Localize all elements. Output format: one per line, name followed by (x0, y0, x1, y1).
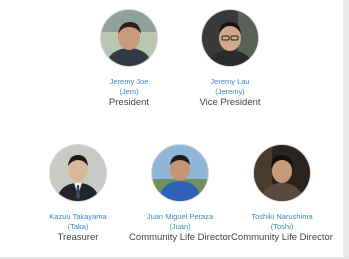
member-name: Jeremy Lau (210, 77, 250, 86)
member-role: Vice President (199, 97, 261, 108)
person-photo-icon (254, 145, 310, 201)
member-name: Toshiki Narushima (251, 212, 313, 221)
member-card-community-life-director-2: Toshiki Narushima (Toshi) Community Life… (222, 145, 342, 243)
member-card-vice-president: Jeremy Lau (Jeremy) Vice President (170, 10, 290, 108)
person-photo-icon (202, 10, 258, 66)
person-photo-icon (50, 145, 106, 201)
member-role: Community Life Director (231, 232, 333, 243)
page-edge-right (343, 0, 349, 259)
person-photo-icon (101, 10, 157, 66)
member-nickname: (Jeremy) (215, 86, 245, 96)
person-photo-icon (152, 145, 208, 201)
member-nickname: (Toshi) (270, 221, 294, 231)
